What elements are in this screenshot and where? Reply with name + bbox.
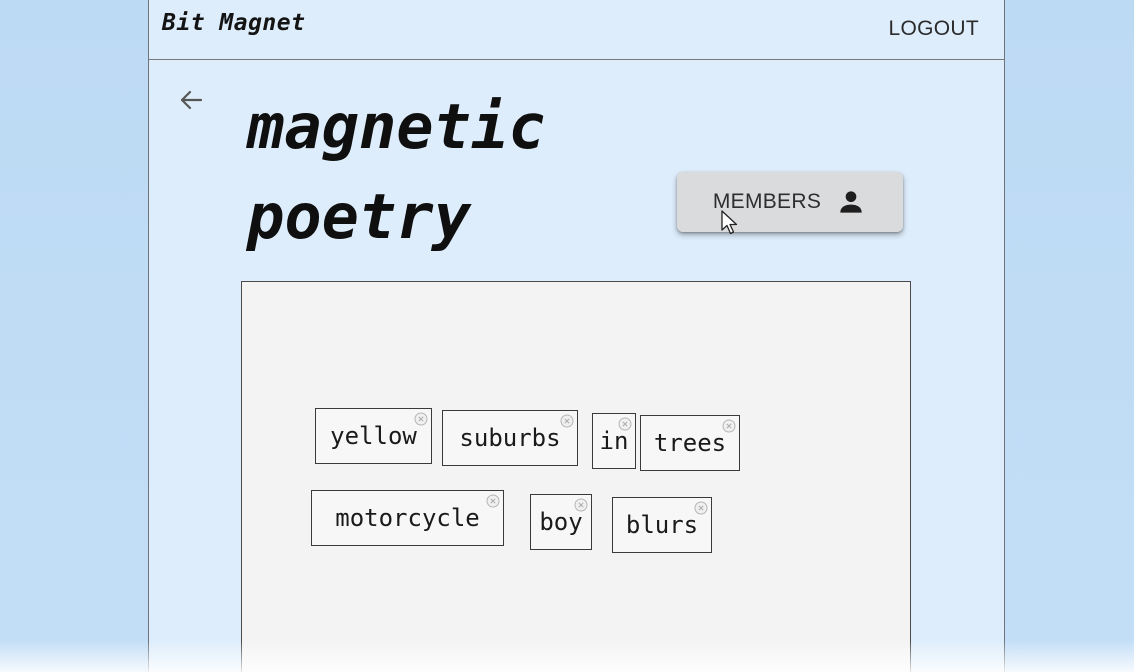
arrow-left-icon — [180, 90, 203, 110]
word-magnet-text: trees — [653, 429, 727, 457]
close-icon[interactable] — [414, 412, 428, 426]
person-icon — [840, 191, 862, 213]
word-magnet[interactable]: suburbs — [442, 410, 578, 466]
mouse-cursor-icon — [721, 210, 738, 235]
app-window: Bit Magnet LOGOUT magnetic poetry MEMBER… — [148, 0, 1005, 672]
word-magnet-text: yellow — [330, 422, 417, 450]
members-button[interactable]: MEMBERS — [677, 172, 903, 232]
word-magnet-text: suburbs — [459, 424, 561, 452]
poetry-board[interactable]: yellow suburbs in trees motorcycle boy b… — [241, 281, 911, 672]
header: Bit Magnet LOGOUT — [149, 0, 1004, 60]
close-icon[interactable] — [722, 419, 736, 433]
word-magnet[interactable]: motorcycle — [311, 490, 504, 546]
close-icon[interactable] — [574, 498, 588, 512]
page-title: magnetic poetry — [247, 90, 546, 253]
word-magnet-text: motorcycle — [335, 504, 480, 532]
word-magnet[interactable]: blurs — [612, 497, 712, 553]
word-magnet-text: in — [599, 427, 629, 455]
word-magnet-text: boy — [539, 508, 583, 536]
word-magnet[interactable]: yellow — [315, 408, 432, 464]
word-magnet-text: blurs — [625, 511, 699, 539]
word-magnet[interactable]: trees — [640, 415, 740, 471]
close-icon[interactable] — [560, 414, 574, 428]
close-icon[interactable] — [694, 501, 708, 515]
logout-button[interactable]: LOGOUT — [889, 17, 979, 41]
close-icon[interactable] — [486, 494, 500, 508]
close-icon[interactable] — [618, 417, 632, 431]
outer-background-right — [1005, 0, 1134, 672]
word-magnet[interactable]: boy — [530, 494, 592, 550]
brand-title: Bit Magnet — [162, 10, 306, 36]
outer-background-left — [0, 0, 148, 672]
back-button[interactable] — [175, 84, 207, 116]
word-magnet[interactable]: in — [592, 413, 636, 469]
